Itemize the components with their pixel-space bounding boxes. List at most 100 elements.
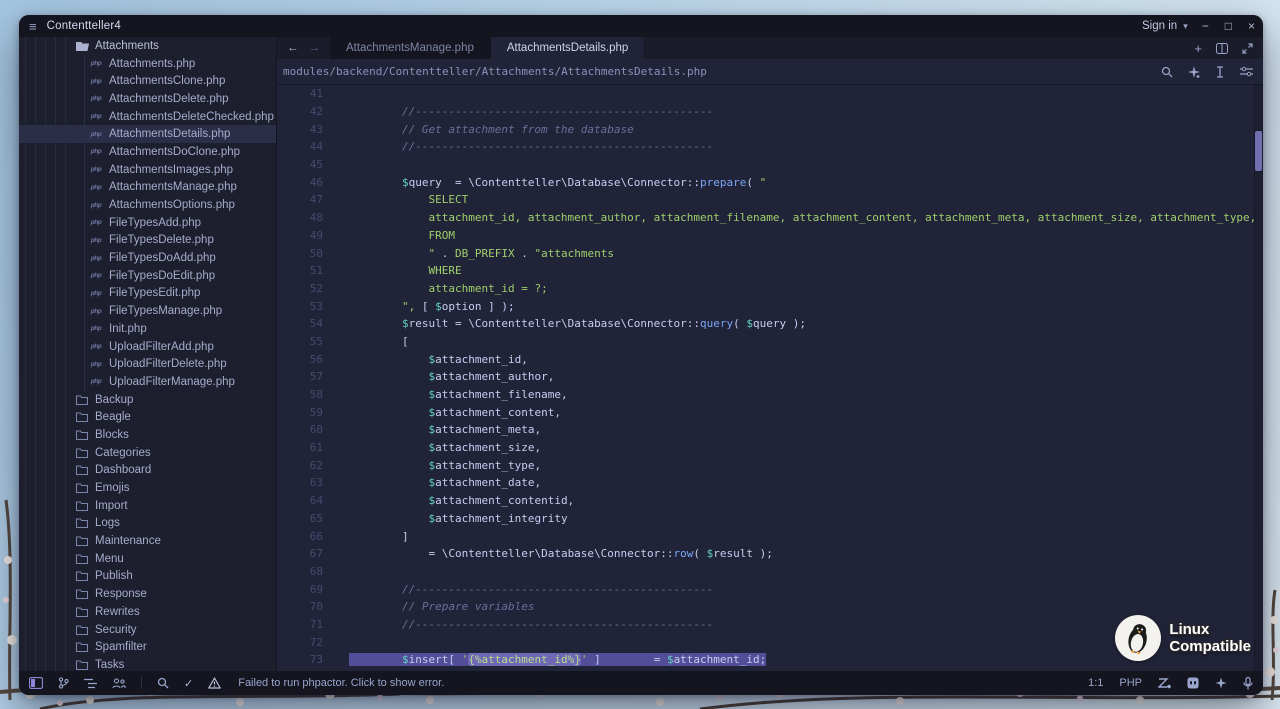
code-line-45[interactable]: 45: [277, 156, 1263, 174]
code-line-62[interactable]: 62 $attachment_type,: [277, 456, 1263, 474]
zoom-pane-icon[interactable]: [1242, 43, 1253, 54]
tree-file-uploadfilteradd-php[interactable]: phpUploadFilterAdd.php: [19, 338, 276, 356]
code-line-54[interactable]: 54 $result = \Contentteller\Database\Con…: [277, 315, 1263, 333]
tree-file-attachmentsdeletechecked-php[interactable]: phpAttachmentsDeleteChecked.php: [19, 108, 276, 126]
assistant-sparkle-icon[interactable]: [1215, 677, 1227, 689]
tree-file-filetypesadd-php[interactable]: phpFileTypesAdd.php: [19, 214, 276, 232]
tree-folder-maintenance[interactable]: Maintenance: [19, 532, 276, 550]
tab-attachmentsdetails[interactable]: AttachmentsDetails.php: [491, 37, 645, 59]
search-icon[interactable]: [157, 677, 169, 689]
tree-folder-response[interactable]: Response: [19, 585, 276, 603]
code-line-59[interactable]: 59 $attachment_content,: [277, 403, 1263, 421]
tree-file-attachmentsimages-php[interactable]: phpAttachmentsImages.php: [19, 161, 276, 179]
edit-prediction-icon[interactable]: [1158, 677, 1171, 689]
tree-file-attachmentsdoclone-php[interactable]: phpAttachmentsDoClone.php: [19, 143, 276, 161]
git-branch-icon[interactable]: [58, 677, 69, 689]
editor-settings-sliders-icon[interactable]: [1240, 66, 1253, 77]
tree-folder-backup[interactable]: Backup: [19, 391, 276, 409]
copilot-icon[interactable]: [1187, 677, 1199, 689]
breadcrumb[interactable]: modules/backend/Contentteller/Attachment…: [283, 65, 707, 78]
code-editor[interactable]: 4142 //---------------------------------…: [277, 85, 1263, 671]
code-line-53[interactable]: 53 ", [ $option ] );: [277, 297, 1263, 315]
warning-icon[interactable]: [208, 677, 221, 689]
code-line-67[interactable]: 67 = \Contentteller\Database\Connector::…: [277, 545, 1263, 563]
cursor-ibeam-icon[interactable]: [1215, 66, 1225, 78]
tree-folder-categories[interactable]: Categories: [19, 444, 276, 462]
lsp-error-message[interactable]: Failed to run phpactor. Click to show er…: [238, 677, 444, 689]
sign-in-button[interactable]: Sign in ▾: [1142, 20, 1188, 32]
code-line-48[interactable]: 48 attachment_id, attachment_author, att…: [277, 209, 1263, 227]
code-line-55[interactable]: 55 [: [277, 333, 1263, 351]
inline-assist-icon[interactable]: [1188, 66, 1200, 78]
code-line-69[interactable]: 69 //-----------------------------------…: [277, 580, 1263, 598]
code-line-66[interactable]: 66 ]: [277, 527, 1263, 545]
tree-folder-import[interactable]: Import: [19, 497, 276, 515]
tab-attachmentsmanage[interactable]: AttachmentsManage.php: [330, 37, 491, 59]
tree-file-filetypesmanage-php[interactable]: phpFileTypesManage.php: [19, 302, 276, 320]
tree-folder-logs[interactable]: Logs: [19, 515, 276, 533]
code-line-50[interactable]: 50 " . DB_PREFIX . "attachments: [277, 244, 1263, 262]
tree-folder-spamfilter[interactable]: Spamfilter: [19, 638, 276, 656]
split-pane-icon[interactable]: [1216, 43, 1228, 54]
tree-file-attachmentsoptions-php[interactable]: phpAttachmentsOptions.php: [19, 196, 276, 214]
cursor-position[interactable]: 1:1: [1088, 677, 1103, 689]
tree-folder-security[interactable]: Security: [19, 621, 276, 639]
code-line-56[interactable]: 56 $attachment_id,: [277, 350, 1263, 368]
new-tab-icon[interactable]: +: [1194, 41, 1202, 56]
tree-file-filetypesdoadd-php[interactable]: phpFileTypesDoAdd.php: [19, 249, 276, 267]
code-line-49[interactable]: 49 FROM: [277, 227, 1263, 245]
tree-file-attachments-php[interactable]: phpAttachments.php: [19, 55, 276, 73]
code-line-46[interactable]: 46 $query = \Contentteller\Database\Conn…: [277, 173, 1263, 191]
tree-folder-dashboard[interactable]: Dashboard: [19, 462, 276, 480]
code-line-51[interactable]: 51 WHERE: [277, 262, 1263, 280]
tree-file-attachmentsdetails-php[interactable]: phpAttachmentsDetails.php: [19, 125, 276, 143]
tree-folder-blocks[interactable]: Blocks: [19, 426, 276, 444]
diagnostics-check-icon[interactable]: ✓: [184, 677, 193, 690]
code-line-42[interactable]: 42 //-----------------------------------…: [277, 103, 1263, 121]
project-panel-toggle-icon[interactable]: [29, 677, 43, 689]
nav-back-icon[interactable]: ←: [287, 42, 299, 54]
tree-folder-publish[interactable]: Publish: [19, 568, 276, 586]
code-line-44[interactable]: 44 //-----------------------------------…: [277, 138, 1263, 156]
code-line-64[interactable]: 64 $attachment_contentid,: [277, 492, 1263, 510]
app-menu-icon[interactable]: ≡: [29, 19, 37, 34]
tree-file-filetypesdoedit-php[interactable]: phpFileTypesDoEdit.php: [19, 267, 276, 285]
tree-folder-menu[interactable]: Menu: [19, 550, 276, 568]
tree-file-attachmentsdelete-php[interactable]: phpAttachmentsDelete.php: [19, 90, 276, 108]
tree-file-uploadfilterdelete-php[interactable]: phpUploadFilterDelete.php: [19, 355, 276, 373]
tree-folder-beagle[interactable]: Beagle: [19, 408, 276, 426]
code-line-41[interactable]: 41: [277, 85, 1263, 103]
tree-file-init-php[interactable]: phpInit.php: [19, 320, 276, 338]
collaboration-icon[interactable]: [112, 678, 126, 689]
editor-scrollbar[interactable]: [1254, 85, 1263, 671]
code-line-65[interactable]: 65 $attachment_integrity: [277, 510, 1263, 528]
code-line-70[interactable]: 70 // Prepare variables: [277, 598, 1263, 616]
tree-file-filetypesedit-php[interactable]: phpFileTypesEdit.php: [19, 285, 276, 303]
tree-file-attachmentsmanage-php[interactable]: phpAttachmentsManage.php: [19, 179, 276, 197]
code-line-58[interactable]: 58 $attachment_filename,: [277, 386, 1263, 404]
tree-file-attachmentsclone-php[interactable]: phpAttachmentsClone.php: [19, 72, 276, 90]
code-line-68[interactable]: 68: [277, 563, 1263, 581]
buffer-search-icon[interactable]: [1161, 66, 1173, 78]
nav-forward-icon[interactable]: →: [309, 42, 321, 54]
tree-folder-attachments-open[interactable]: Attachments: [19, 37, 276, 55]
tree-folder-rewrites[interactable]: Rewrites: [19, 603, 276, 621]
maximize-button[interactable]: □: [1225, 20, 1232, 32]
code-line-57[interactable]: 57 $attachment_author,: [277, 368, 1263, 386]
language-selector[interactable]: PHP: [1119, 677, 1142, 689]
code-line-61[interactable]: 61 $attachment_size,: [277, 439, 1263, 457]
tree-folder-tasks[interactable]: Tasks: [19, 656, 276, 671]
code-line-47[interactable]: 47 SELECT: [277, 191, 1263, 209]
tree-file-uploadfiltermanage-php[interactable]: phpUploadFilterManage.php: [19, 373, 276, 391]
close-button[interactable]: ×: [1248, 20, 1255, 32]
scrollbar-thumb[interactable]: [1255, 131, 1262, 171]
tree-folder-emojis[interactable]: Emojis: [19, 479, 276, 497]
microphone-icon[interactable]: [1243, 677, 1253, 690]
minimize-button[interactable]: −: [1202, 20, 1209, 32]
outline-panel-icon[interactable]: [84, 678, 97, 689]
code-line-60[interactable]: 60 $attachment_meta,: [277, 421, 1263, 439]
code-line-43[interactable]: 43 // Get attachment from the database: [277, 120, 1263, 138]
code-line-52[interactable]: 52 attachment_id = ?;: [277, 280, 1263, 298]
tree-file-filetypesdelete-php[interactable]: phpFileTypesDelete.php: [19, 232, 276, 250]
code-line-63[interactable]: 63 $attachment_date,: [277, 474, 1263, 492]
